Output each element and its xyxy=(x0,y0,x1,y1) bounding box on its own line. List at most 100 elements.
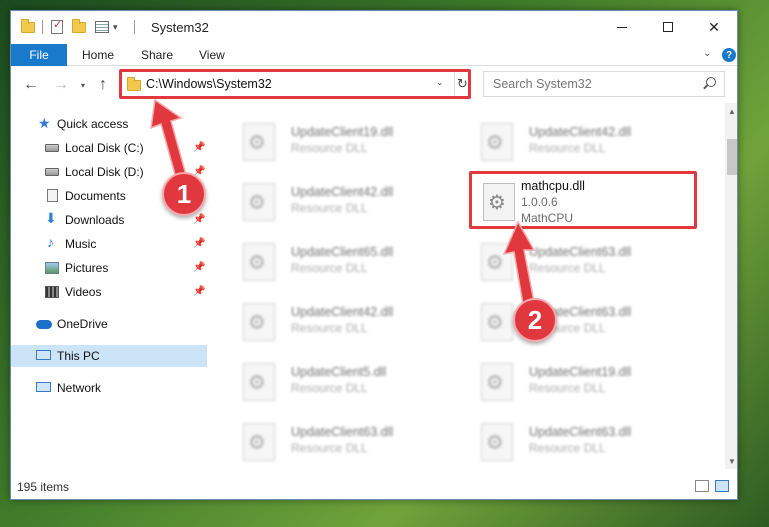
maximize-button[interactable] xyxy=(645,11,691,43)
music-icon: ♪ xyxy=(47,234,54,250)
tab-share[interactable]: Share xyxy=(141,48,173,62)
explorer-window: ▾ System32 ✕ File Home Share View ⌄ ? ← … xyxy=(10,10,738,500)
sidebar-item-this-pc[interactable]: This PC xyxy=(11,345,207,367)
file-description: Resource DLL xyxy=(291,321,368,335)
dll-file-icon xyxy=(243,303,275,341)
expand-ribbon-chevron-icon[interactable]: ⌄ xyxy=(703,48,711,59)
file-list: UpdateClient19.dll Resource DLL UpdateCl… xyxy=(217,103,725,469)
file-name: UpdateClient42.dll xyxy=(291,305,394,319)
details-view-icon[interactable] xyxy=(695,480,709,492)
search-icon[interactable] xyxy=(706,77,716,87)
file-item[interactable]: UpdateClient63.dll Resource DLL xyxy=(225,411,455,467)
scroll-up-icon[interactable]: ▲ xyxy=(728,107,736,116)
file-highlight-box xyxy=(469,171,697,229)
search-box[interactable]: Search System32 xyxy=(483,71,725,97)
vertical-scrollbar[interactable]: ▲ ▼ xyxy=(725,103,737,469)
downloads-icon: ⬇ xyxy=(45,210,57,226)
file-item[interactable]: UpdateClient5.dll Resource DLL xyxy=(225,351,455,407)
dll-file-icon xyxy=(481,243,513,281)
pin-icon[interactable]: 📌 xyxy=(193,238,205,249)
file-item[interactable]: UpdateClient65.dll Resource DLL xyxy=(225,231,455,287)
file-item[interactable]: UpdateClient63.dll Resource DLL xyxy=(463,231,693,287)
file-item[interactable]: UpdateClient42.dll Resource DLL xyxy=(225,291,455,347)
tiles-view-icon[interactable] xyxy=(715,480,729,492)
file-item[interactable]: UpdateClient19.dll Resource DLL xyxy=(463,351,693,407)
sidebar-item-pictures[interactable]: Pictures 📌 xyxy=(11,257,207,279)
dll-file-icon xyxy=(481,423,513,461)
title-separator xyxy=(134,19,135,35)
sidebar-item-onedrive[interactable]: OneDrive xyxy=(11,313,207,335)
sidebar-item-label: OneDrive xyxy=(57,317,108,331)
sidebar-item-label: Network xyxy=(57,381,102,395)
forward-button[interactable]: → xyxy=(53,76,69,94)
file-description: Resource DLL xyxy=(291,441,368,455)
videos-icon xyxy=(45,286,59,298)
recent-locations-button[interactable]: ▾ xyxy=(81,81,85,90)
pin-icon[interactable]: 📌 xyxy=(193,286,205,297)
scroll-down-icon[interactable]: ▼ xyxy=(728,457,736,466)
file-description: Resource DLL xyxy=(291,201,368,215)
title-bar: ▾ System32 ✕ xyxy=(11,11,737,44)
sidebar-item-music[interactable]: ♪ Music 📌 xyxy=(11,233,207,255)
sidebar-item-videos[interactable]: Videos 📌 xyxy=(11,281,207,303)
file-item[interactable]: UpdateClient42.dll Resource DLL xyxy=(463,111,693,167)
file-name: UpdateClient63.dll xyxy=(529,425,632,439)
tab-home[interactable]: Home xyxy=(82,48,114,62)
file-name: UpdateClient65.dll xyxy=(291,245,394,259)
dll-file-icon xyxy=(481,303,513,341)
file-name: UpdateClient63.dll xyxy=(291,425,394,439)
new-folder-icon[interactable] xyxy=(72,18,86,35)
file-name: UpdateClient63.dll xyxy=(529,245,632,259)
sidebar-item-label: This PC xyxy=(57,349,100,363)
dll-file-icon xyxy=(243,363,275,401)
file-description: Resource DLL xyxy=(291,141,368,155)
sidebar-item-label: Videos xyxy=(65,285,102,299)
disk-icon xyxy=(45,144,59,152)
sidebar-item-local-disk-c[interactable]: Local Disk (C:) 📌 xyxy=(11,137,207,159)
file-name: UpdateClient5.dll xyxy=(291,365,387,379)
status-bar: 195 items xyxy=(11,475,737,499)
properties-icon[interactable] xyxy=(51,18,63,35)
ribbon-tabs: File Home Share View ⌄ ? xyxy=(11,44,737,66)
sidebar-item-network[interactable]: Network xyxy=(11,377,207,399)
back-button[interactable]: ← xyxy=(23,76,39,94)
search-input[interactable]: Search System32 xyxy=(493,77,592,91)
documents-icon xyxy=(47,189,58,202)
scroll-thumb[interactable] xyxy=(727,139,737,175)
file-item[interactable]: UpdateClient42.dll Resource DLL xyxy=(225,171,455,227)
network-icon xyxy=(36,382,51,392)
pin-icon[interactable]: 📌 xyxy=(193,142,205,153)
file-description: Resource DLL xyxy=(529,261,606,275)
pin-icon[interactable]: 📌 xyxy=(193,214,205,225)
tab-file[interactable]: File xyxy=(11,44,67,66)
window-title: System32 xyxy=(151,20,209,35)
up-button[interactable]: ↑ xyxy=(99,76,107,94)
file-item[interactable]: UpdateClient63.dll Resource DLL xyxy=(463,291,693,347)
tab-view[interactable]: View xyxy=(199,48,225,62)
disk-icon xyxy=(45,168,59,176)
minimize-button[interactable] xyxy=(599,11,645,43)
file-item[interactable]: UpdateClient19.dll Resource DLL xyxy=(225,111,455,167)
sidebar-item-label: Music xyxy=(65,237,97,251)
step-1-badge: 1 xyxy=(162,172,206,216)
file-description: Resource DLL xyxy=(291,261,368,275)
file-description: Resource DLL xyxy=(529,141,606,155)
dll-file-icon xyxy=(243,423,275,461)
file-description: Resource DLL xyxy=(529,441,606,455)
close-button[interactable]: ✕ xyxy=(691,11,737,43)
this-pc-icon xyxy=(36,350,51,360)
view-icon[interactable] xyxy=(95,19,109,35)
file-name: UpdateClient19.dll xyxy=(291,125,394,139)
pictures-icon xyxy=(45,262,59,274)
onedrive-cloud-icon xyxy=(36,320,52,329)
file-name: UpdateClient19.dll xyxy=(529,365,632,379)
dll-file-icon xyxy=(481,123,513,161)
file-item[interactable]: UpdateClient63.dll Resource DLL xyxy=(463,411,693,467)
dll-file-icon xyxy=(481,363,513,401)
customize-qa-chevron-icon[interactable]: ▾ xyxy=(113,19,118,35)
help-icon[interactable]: ? xyxy=(722,48,736,62)
dll-file-icon xyxy=(243,243,275,281)
sidebar-item-quick-access[interactable]: ★ Quick access xyxy=(11,113,207,135)
address-highlight-box xyxy=(119,69,471,99)
pin-icon[interactable]: 📌 xyxy=(193,262,205,273)
